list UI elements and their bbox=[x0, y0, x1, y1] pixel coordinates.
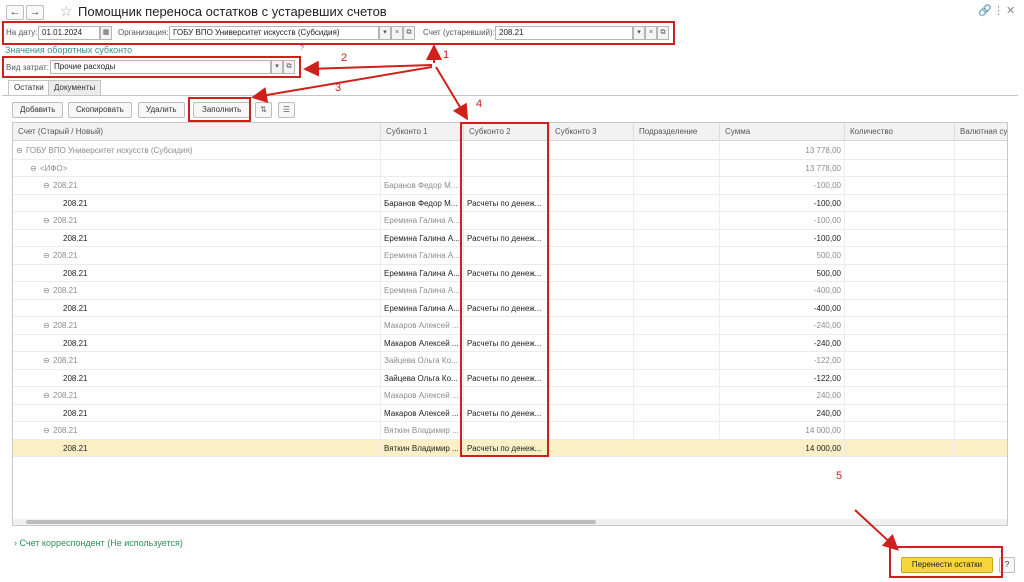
annotation-number-5: 5 bbox=[836, 470, 843, 482]
annotation-arrows bbox=[251, 44, 899, 551]
arrow-3-to-fill bbox=[251, 66, 433, 103]
annotation-number-3: 3 bbox=[335, 82, 342, 94]
arrow-4-to-subconto2 bbox=[435, 66, 469, 121]
arrow-5-to-transfer bbox=[854, 509, 899, 551]
arrow-2-to-cost bbox=[303, 60, 433, 77]
annotation-number-1: 1 bbox=[443, 49, 450, 61]
annotation-number-2: 2 bbox=[341, 52, 348, 64]
annotation-number-4: 4 bbox=[476, 98, 483, 110]
